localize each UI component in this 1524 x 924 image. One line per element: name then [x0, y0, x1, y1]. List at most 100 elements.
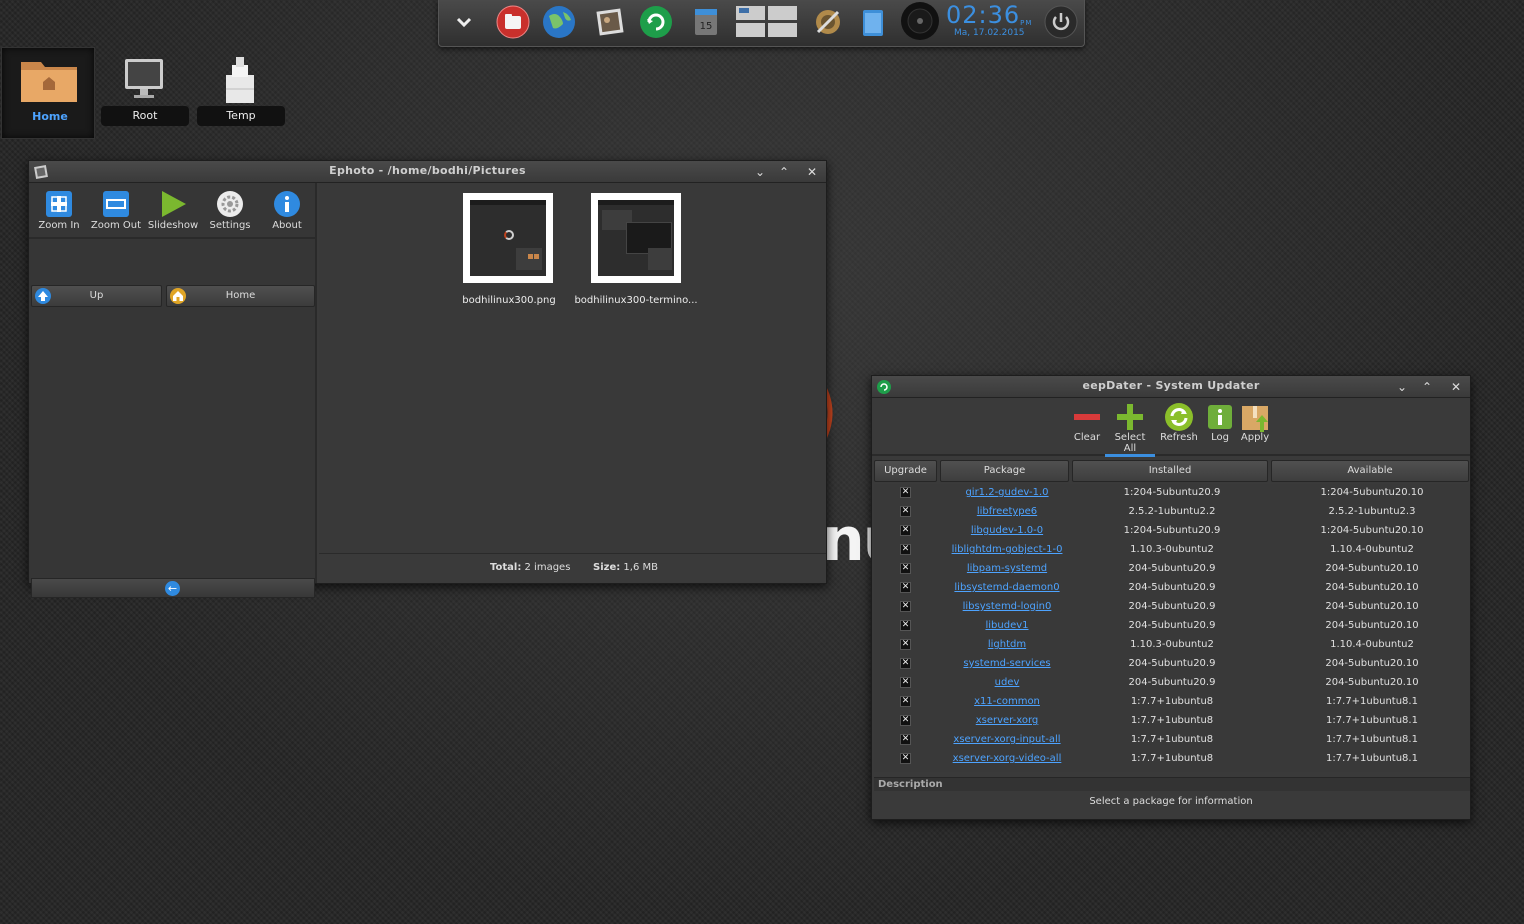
- package-name-link[interactable]: x11-common: [942, 696, 1072, 707]
- apply-button[interactable]: Apply: [1230, 402, 1280, 452]
- package-name-link[interactable]: xserver-xorg-video-all: [942, 753, 1072, 764]
- upgrade-checkbox[interactable]: ✕: [900, 544, 911, 555]
- package-name-link[interactable]: libudev1: [942, 620, 1072, 631]
- installed-version: 1:7.7+1ubuntu8: [1130, 753, 1214, 764]
- package-row[interactable]: ✕ libgudev-1.0-0 1:204-5ubuntu20.9 1:204-5u…: [874, 522, 1470, 541]
- upgrade-checkbox[interactable]: ✕: [900, 563, 911, 574]
- package-row[interactable]: ✕ libpam-systemd 204-5ubuntu20.9 204-5ubunt…: [874, 560, 1470, 579]
- package-name-link[interactable]: xserver-xorg: [942, 715, 1072, 726]
- upgrade-checkbox[interactable]: ✕: [900, 601, 911, 612]
- package-name-link[interactable]: liblightdm-gobject-1-0: [942, 544, 1072, 555]
- refresh-icon: [1165, 403, 1193, 431]
- back-button[interactable]: ←: [31, 578, 315, 598]
- desktop-temp-icon[interactable]: Temp: [193, 47, 287, 139]
- package-name-link[interactable]: libsystemd-daemon0: [942, 582, 1072, 593]
- maximize-icon[interactable]: ⌃: [776, 164, 792, 180]
- package-row[interactable]: ✕ xserver-xorg-video-all 1:7.7+1ubuntu8 1:7…: [874, 750, 1470, 769]
- package-row[interactable]: ✕ libsystemd-login0 204-5ubuntu20.9 204-5ub…: [874, 598, 1470, 617]
- eepdater-titlebar[interactable]: eepDater - System Updater ⌄ ⌃ ✕: [872, 376, 1470, 398]
- package-name-link[interactable]: udev: [942, 677, 1072, 688]
- column-header-package[interactable]: Package: [940, 460, 1069, 482]
- eepdater-toolbar: Clear Select All Refresh Log Apply: [872, 398, 1470, 457]
- package-row[interactable]: ✕ xserver-xorg-input-all 1:7.7+1ubuntu8 1:7…: [874, 731, 1470, 750]
- package-row[interactable]: ✕ libudev1 204-5ubuntu20.9 204-5ubuntu20.10: [874, 617, 1470, 636]
- ephoto-titlebar[interactable]: Ephoto - /home/bodhi/Pictures ⌄ ⌃ ✕: [29, 161, 826, 183]
- description-text: Select a package for information: [1089, 796, 1253, 807]
- thumbnail-item[interactable]: [463, 193, 553, 283]
- package-name-link[interactable]: lightdm: [942, 639, 1072, 650]
- home-folder-icon: [17, 54, 81, 106]
- updater-icon[interactable]: [637, 3, 675, 41]
- settings-button[interactable]: Settings: [202, 187, 258, 235]
- package-name-link[interactable]: libfreetype6: [942, 506, 1072, 517]
- package-name-link[interactable]: libgudev-1.0-0: [942, 525, 1072, 536]
- upgrade-checkbox[interactable]: ✕: [900, 639, 911, 650]
- upgrade-checkbox[interactable]: ✕: [900, 487, 911, 498]
- close-icon[interactable]: ✕: [1448, 379, 1464, 395]
- web-browser-icon[interactable]: [540, 3, 578, 41]
- upgrade-checkbox[interactable]: ✕: [900, 677, 911, 688]
- dock-clock[interactable]: 02:36PM Ma, 17.02.2015: [944, 2, 1040, 42]
- maximize-icon[interactable]: ⌃: [1419, 379, 1435, 395]
- installed-version: 204-5ubuntu20.9: [1128, 601, 1216, 612]
- upgrade-checkbox[interactable]: ✕: [900, 696, 911, 707]
- desktop-home-icon[interactable]: Home: [1, 47, 95, 139]
- zoom-in-button[interactable]: Zoom In: [31, 187, 87, 235]
- upgrade-checkbox[interactable]: ✕: [900, 715, 911, 726]
- music-player-icon[interactable]: [900, 1, 940, 41]
- package-row[interactable]: ✕ libfreetype6 2.5.2-1ubuntu2.2 2.5.2-1ubun…: [874, 503, 1470, 522]
- column-header-available[interactable]: Available: [1271, 460, 1469, 482]
- minimize-icon[interactable]: ⌄: [1394, 379, 1410, 395]
- installed-version: 1:7.7+1ubuntu8: [1130, 696, 1214, 707]
- description-header: Description: [874, 777, 1470, 791]
- minimize-icon[interactable]: ⌄: [752, 164, 768, 180]
- package-name-link[interactable]: systemd-services: [942, 658, 1072, 669]
- package-name-link[interactable]: libsystemd-login0: [942, 601, 1072, 612]
- package-row[interactable]: ✕ udev 204-5ubuntu20.9 204-5ubuntu20.10: [874, 674, 1470, 693]
- available-version: 1:7.7+1ubuntu8.1: [1326, 715, 1418, 726]
- upgrade-checkbox[interactable]: ✕: [900, 734, 911, 745]
- column-header-upgrade[interactable]: Upgrade: [874, 460, 937, 482]
- slideshow-button[interactable]: Slideshow: [145, 187, 201, 235]
- desktop-root-icon[interactable]: Root: [97, 47, 191, 139]
- package-name-link[interactable]: xserver-xorg-input-all: [942, 734, 1072, 745]
- column-header-installed[interactable]: Installed: [1072, 460, 1268, 482]
- package-name-link[interactable]: libpam-systemd: [942, 563, 1072, 574]
- eepdater-window: eepDater - System Updater ⌄ ⌃ ✕ Clear Se…: [871, 375, 1471, 820]
- home-label: Home: [225, 290, 256, 301]
- close-icon[interactable]: ✕: [804, 164, 820, 180]
- system-tools-icon[interactable]: [809, 3, 847, 41]
- calendar-icon[interactable]: 15: [687, 3, 725, 41]
- clipboard-icon[interactable]: [854, 3, 892, 41]
- package-row[interactable]: ✕ libsystemd-daemon0 204-5ubuntu20.9 204-5u…: [874, 579, 1470, 598]
- up-button[interactable]: Up: [31, 285, 162, 307]
- zoom-out-icon: [103, 191, 129, 217]
- package-row[interactable]: ✕ liblightdm-gobject-1-0 1.10.3-0ubuntu2 1.…: [874, 541, 1470, 560]
- package-row[interactable]: ✕ xserver-xorg 1:7.7+1ubuntu8 1:7.7+1ubuntu…: [874, 712, 1470, 731]
- package-name-link[interactable]: gir1.2-gudev-1.0: [942, 487, 1072, 498]
- upgrade-checkbox[interactable]: ✕: [900, 753, 911, 764]
- package-row[interactable]: ✕ lightdm 1.10.3-0ubuntu2 1.10.4-0ubuntu2: [874, 636, 1470, 655]
- thumbnail-item[interactable]: [591, 193, 681, 283]
- total-value: 2 images: [524, 562, 571, 573]
- thumbnail-name: bodhilinux300-termino...: [574, 295, 698, 306]
- package-row[interactable]: ✕ x11-common 1:7.7+1ubuntu8 1:7.7+1ubuntu8.…: [874, 693, 1470, 712]
- zoom-out-button[interactable]: Zoom Out: [88, 187, 144, 235]
- chevron-down-icon[interactable]: [445, 3, 483, 41]
- ephoto-window: Ephoto - /home/bodhi/Pictures ⌄ ⌃ ✕ Zoom…: [28, 160, 827, 598]
- package-row[interactable]: ✕ systemd-services 204-5ubuntu20.9 204-5ubu…: [874, 655, 1470, 674]
- about-button[interactable]: About: [259, 187, 315, 235]
- select-all-button[interactable]: Select All: [1105, 402, 1155, 457]
- power-icon[interactable]: [1042, 3, 1080, 41]
- photo-viewer-icon[interactable]: [591, 3, 629, 41]
- upgrade-checkbox[interactable]: ✕: [900, 582, 911, 593]
- upgrade-checkbox[interactable]: ✕: [900, 658, 911, 669]
- workspace-switcher-icon[interactable]: [734, 3, 800, 41]
- available-version: 1:7.7+1ubuntu8.1: [1326, 753, 1418, 764]
- upgrade-checkbox[interactable]: ✕: [900, 525, 911, 536]
- upgrade-checkbox[interactable]: ✕: [900, 620, 911, 631]
- file-manager-icon[interactable]: [494, 3, 532, 41]
- home-button[interactable]: Home: [166, 285, 315, 307]
- package-row[interactable]: ✕ gir1.2-gudev-1.0 1:204-5ubuntu20.9 1:204-…: [874, 484, 1470, 503]
- upgrade-checkbox[interactable]: ✕: [900, 506, 911, 517]
